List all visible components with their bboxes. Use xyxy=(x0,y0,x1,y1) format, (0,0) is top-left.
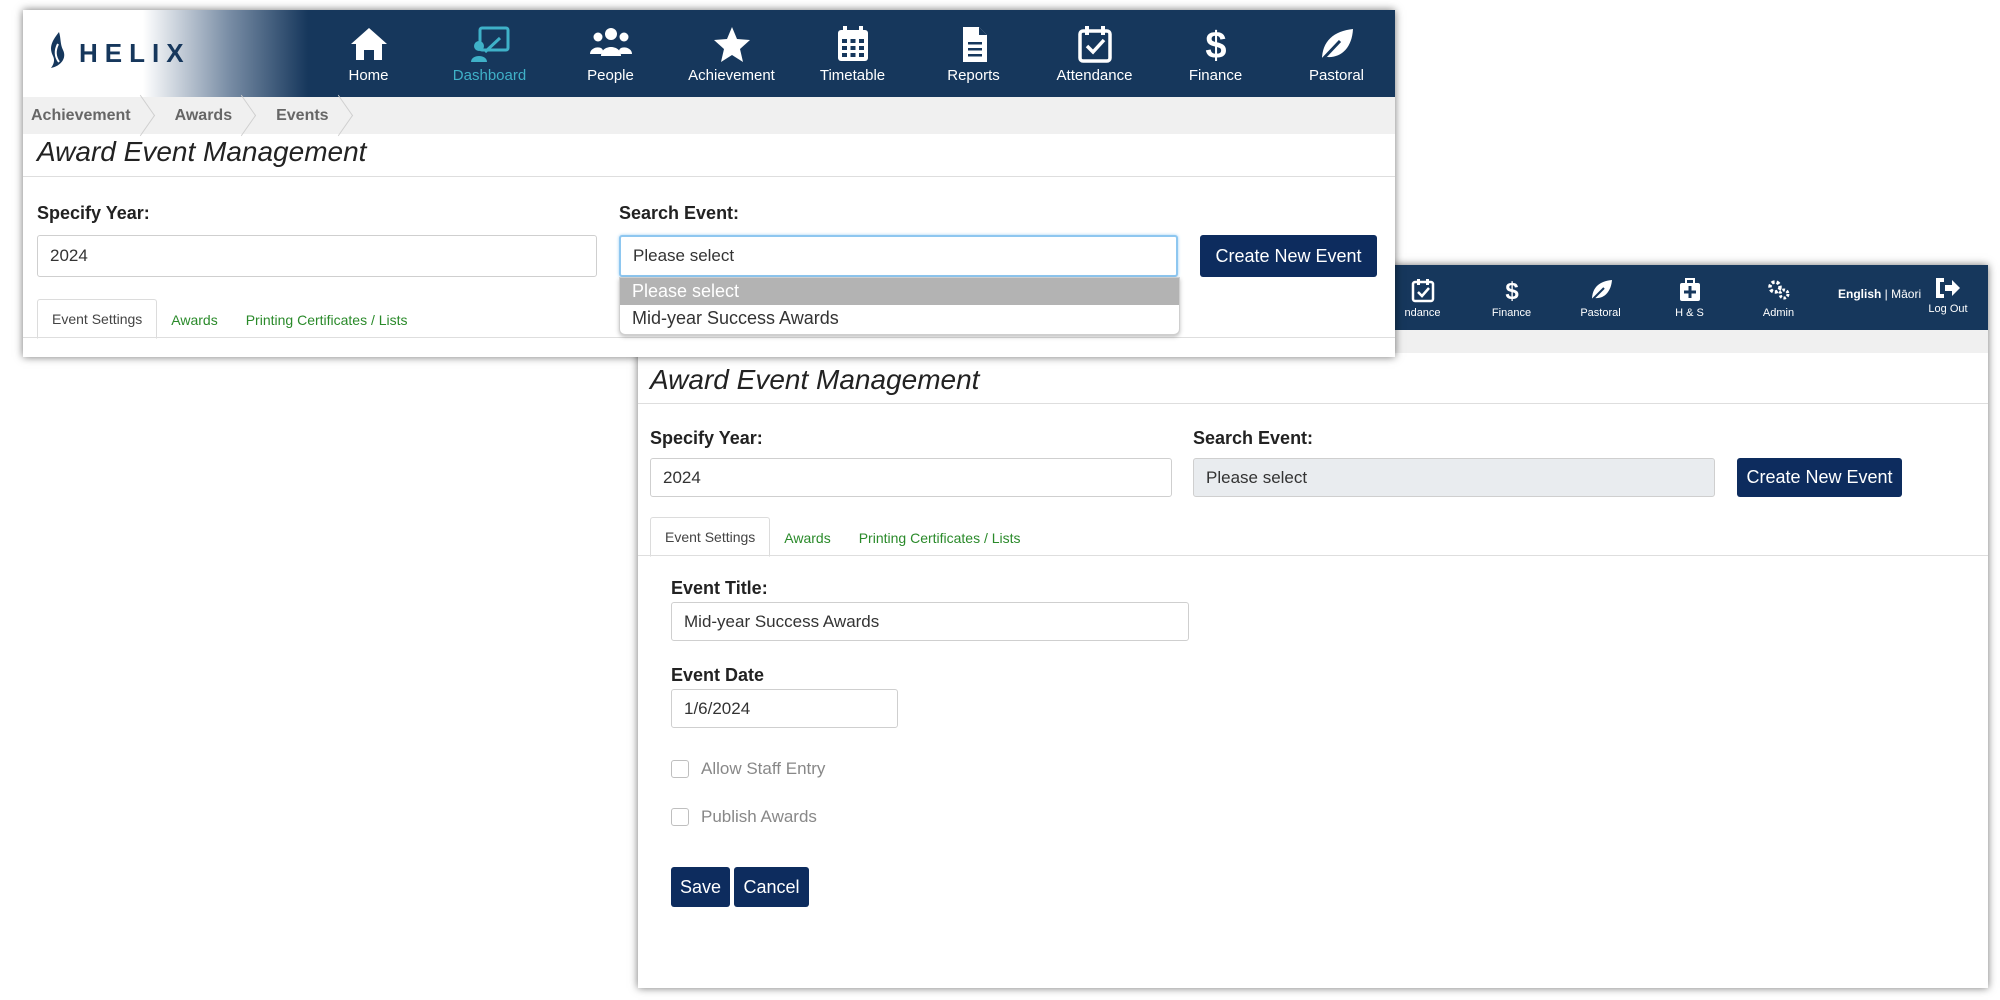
nav-item-admin[interactable]: Admin xyxy=(1734,265,1823,330)
nav-item-timetable[interactable]: Timetable xyxy=(792,10,913,97)
search-event-select[interactable]: Please select xyxy=(619,235,1178,277)
create-new-event-button[interactable]: Create New Event xyxy=(1200,235,1377,277)
logo-text: HELIX xyxy=(79,38,191,68)
calendar-check-icon xyxy=(1411,279,1434,303)
tab-printing[interactable]: Printing Certificates / Lists xyxy=(232,301,422,339)
publish-awards-checkbox[interactable] xyxy=(671,808,689,826)
nav-item-label: Home xyxy=(348,67,389,84)
calendar-check-icon xyxy=(1077,26,1112,63)
nav-item-label: Achievement xyxy=(688,67,775,84)
publish-awards-row: Publish Awards xyxy=(671,807,817,827)
logout-label: Log Out xyxy=(1928,303,1968,315)
event-date-label: Event Date xyxy=(671,665,765,685)
nav-item-dashboard[interactable]: Dashboard xyxy=(429,10,550,97)
event-settings-window: ndance $ Finance Pastoral H & S Admin En… xyxy=(638,265,1988,988)
logout-button[interactable]: Log Out xyxy=(1918,275,1978,325)
dashboard-icon xyxy=(470,26,509,62)
nav-item-label: ndance xyxy=(1404,307,1441,319)
nav-item-home[interactable]: Home xyxy=(308,10,429,97)
tab-awards[interactable]: Awards xyxy=(770,519,844,557)
star-icon xyxy=(713,27,750,62)
dollar-icon: $ xyxy=(1205,25,1226,64)
nav-item-health-safety[interactable]: H & S xyxy=(1645,265,1734,330)
nav-item-label: Finance xyxy=(1491,307,1532,319)
nav-item-label: People xyxy=(587,67,634,84)
search-event-label: Search Event: xyxy=(619,203,740,223)
dropdown-option-please-select[interactable]: Please select xyxy=(620,278,1179,305)
event-search-window: HELIX Home Dashboard People Achievement … xyxy=(23,10,1395,357)
page-title: Award Event Management xyxy=(37,136,367,167)
page-title: Award Event Management xyxy=(650,364,980,395)
gears-icon xyxy=(1767,280,1789,300)
dollar-icon: $ xyxy=(1505,278,1519,303)
create-new-event-button[interactable]: Create New Event xyxy=(1737,458,1902,497)
nav-item-label: Dashboard xyxy=(452,67,527,84)
svg-text:$: $ xyxy=(1505,278,1519,303)
year-input[interactable]: 2024 xyxy=(650,458,1172,497)
nav-item-label: Pastoral xyxy=(1580,307,1621,319)
event-title-label: Event Title: xyxy=(671,578,768,598)
cancel-button[interactable]: Cancel xyxy=(734,867,809,907)
nav-item-attendance[interactable]: Attendance xyxy=(1034,10,1155,97)
lang-maori[interactable]: Māori xyxy=(1891,287,1921,301)
nav-item-people[interactable]: People xyxy=(550,10,671,97)
svg-text:$: $ xyxy=(1205,25,1226,64)
tab-event-settings[interactable]: Event Settings xyxy=(650,517,771,557)
publish-awards-label: Publish Awards xyxy=(701,807,817,826)
lang-separator: | xyxy=(1881,287,1892,301)
breadcrumb-achievement[interactable]: Achievement xyxy=(23,97,153,134)
language-switcher[interactable]: English | Māori xyxy=(1838,287,1921,301)
people-icon xyxy=(589,28,632,56)
tab-divider xyxy=(23,337,1395,338)
helix-flame-icon xyxy=(51,32,65,68)
nav-item-label: H & S xyxy=(1675,307,1704,319)
logout-icon xyxy=(1936,278,1960,298)
top-nav-bar: HELIX Home Dashboard People Achievement … xyxy=(23,10,1395,97)
home-icon xyxy=(350,28,387,60)
breadcrumb-awards[interactable]: Awards xyxy=(153,97,255,134)
breadcrumb: Achievement Awards Events xyxy=(23,97,1395,134)
tab-bar: Event Settings Awards Printing Certifica… xyxy=(37,299,422,339)
leaf-icon xyxy=(1320,29,1353,62)
nav-item-pastoral[interactable]: Pastoral xyxy=(1276,10,1395,97)
allow-staff-entry-label: Allow Staff Entry xyxy=(701,759,826,778)
allow-staff-entry-row: Allow Staff Entry xyxy=(671,759,825,779)
tab-divider xyxy=(638,555,1988,556)
tab-event-settings[interactable]: Event Settings xyxy=(37,299,158,339)
calendar-icon xyxy=(837,26,868,61)
divider xyxy=(23,176,1395,177)
document-icon xyxy=(962,27,987,62)
nav-item-label: Timetable xyxy=(819,67,886,84)
year-label: Specify Year: xyxy=(650,428,763,448)
search-event-label: Search Event: xyxy=(1193,428,1314,448)
leaf-icon xyxy=(1590,280,1612,301)
nav-item-label: Admin xyxy=(1762,307,1795,319)
first-aid-icon xyxy=(1679,278,1700,301)
tab-bar: Event Settings Awards Printing Certifica… xyxy=(650,517,1035,557)
search-event-dropdown: Please select Mid-year Success Awards xyxy=(619,277,1180,335)
nav-item-reports[interactable]: Reports xyxy=(913,10,1034,97)
nav-item-pastoral[interactable]: Pastoral xyxy=(1556,265,1645,330)
nav-item-label: Pastoral xyxy=(1308,67,1365,84)
save-button[interactable]: Save xyxy=(671,867,730,907)
tab-awards[interactable]: Awards xyxy=(157,301,231,339)
event-date-input[interactable]: 1/6/2024 xyxy=(671,689,898,728)
allow-staff-entry-checkbox[interactable] xyxy=(671,760,689,778)
nav-item-label: Reports xyxy=(947,67,1000,84)
event-title-input[interactable]: Mid-year Success Awards xyxy=(671,602,1189,641)
nav-item-label: Attendance xyxy=(1056,67,1133,84)
nav-item-finance[interactable]: $ Finance xyxy=(1155,10,1276,97)
nav-item-achievement[interactable]: Achievement xyxy=(671,10,792,97)
lang-english[interactable]: English xyxy=(1838,287,1881,301)
year-label: Specify Year: xyxy=(37,203,150,223)
nav-item-finance[interactable]: $ Finance xyxy=(1467,265,1556,330)
dropdown-option-event[interactable]: Mid-year Success Awards xyxy=(620,305,1179,332)
year-input[interactable]: 2024 xyxy=(37,235,597,277)
helix-logo[interactable]: HELIX xyxy=(23,10,308,97)
breadcrumb-events[interactable]: Events xyxy=(254,97,350,134)
search-event-select[interactable]: Please select xyxy=(1193,458,1715,497)
divider xyxy=(638,403,1988,404)
nav-item-label: Finance xyxy=(1188,67,1243,84)
tab-printing[interactable]: Printing Certificates / Lists xyxy=(845,519,1035,557)
